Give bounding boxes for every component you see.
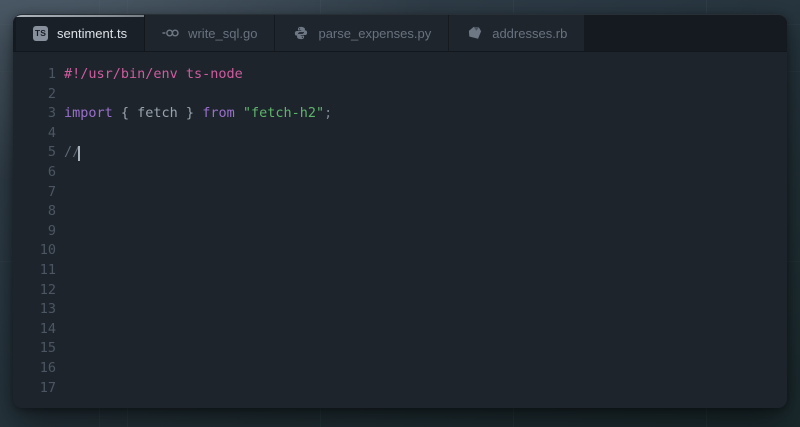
code-token-punct: ; xyxy=(324,104,332,124)
code-line[interactable]: 15 xyxy=(13,339,787,359)
code-editor-area[interactable]: 1#!/usr/bin/env ts-node23import { fetch … xyxy=(13,52,787,408)
code-line[interactable]: 14 xyxy=(13,320,787,340)
line-number: 13 xyxy=(13,300,56,320)
tab-label: sentiment.ts xyxy=(57,26,127,41)
line-number: 10 xyxy=(13,241,56,261)
tab-write-sql-go[interactable]: write_sql.go xyxy=(145,15,275,51)
code-token-keyword: from xyxy=(202,104,235,124)
typescript-icon: TS xyxy=(33,26,48,41)
tab-addresses-rb[interactable]: addresses.rb xyxy=(449,15,585,51)
line-number: 7 xyxy=(13,183,56,203)
ruby-icon xyxy=(466,25,483,41)
line-code: // xyxy=(56,143,80,163)
tab-label: write_sql.go xyxy=(188,26,257,41)
code-line[interactable]: 5// xyxy=(13,143,787,163)
tab-sentiment-ts[interactable]: TS sentiment.ts xyxy=(16,15,145,51)
line-number: 15 xyxy=(13,339,56,359)
editor-window: TS sentiment.ts write_sql.go parse_expen… xyxy=(13,14,787,408)
line-number: 4 xyxy=(13,124,56,144)
line-number: 12 xyxy=(13,281,56,301)
code-lines: 1#!/usr/bin/env ts-node23import { fetch … xyxy=(13,65,787,398)
code-token-string: "fetch-h2" xyxy=(243,104,324,124)
tab-bar: TS sentiment.ts write_sql.go parse_expen… xyxy=(13,15,787,52)
code-line[interactable]: 2 xyxy=(13,85,787,105)
code-line[interactable]: 3import { fetch } from "fetch-h2"; xyxy=(13,104,787,124)
line-number: 5 xyxy=(13,143,56,163)
line-number: 9 xyxy=(13,222,56,242)
line-number: 14 xyxy=(13,320,56,340)
code-line[interactable]: 8 xyxy=(13,202,787,222)
code-line[interactable]: 16 xyxy=(13,359,787,379)
code-line[interactable]: 12 xyxy=(13,281,787,301)
tab-label: addresses.rb xyxy=(492,26,567,41)
line-number: 1 xyxy=(13,65,56,85)
line-number: 8 xyxy=(13,202,56,222)
code-line[interactable]: 10 xyxy=(13,241,787,261)
line-code: import { fetch } from "fetch-h2"; xyxy=(56,104,332,124)
line-code: #!/usr/bin/env ts-node xyxy=(56,65,243,85)
code-line[interactable]: 11 xyxy=(13,261,787,281)
line-number: 17 xyxy=(13,379,56,399)
line-number: 6 xyxy=(13,163,56,183)
text-cursor xyxy=(78,146,80,161)
code-line[interactable]: 1 #!/usr/bin/env ts-node xyxy=(13,65,787,85)
python-icon xyxy=(292,25,309,41)
code-line[interactable]: 7 xyxy=(13,183,787,203)
code-token-keyword: import xyxy=(64,104,113,124)
code-token-shebang: #!/usr/bin/env ts-node xyxy=(64,65,243,85)
line-number: 2 xyxy=(13,85,56,105)
code-line[interactable]: 4 xyxy=(13,124,787,144)
code-token-plain xyxy=(235,104,243,124)
code-line[interactable]: 13 xyxy=(13,300,787,320)
code-token-plain: { fetch } xyxy=(113,104,202,124)
line-number: 3 xyxy=(13,104,56,124)
code-line[interactable]: 6 xyxy=(13,163,787,183)
tab-label: parse_expenses.py xyxy=(318,26,431,41)
go-icon xyxy=(162,25,179,41)
tab-parse-expenses-py[interactable]: parse_expenses.py xyxy=(275,15,449,51)
line-number: 11 xyxy=(13,261,56,281)
code-line[interactable]: 9 xyxy=(13,222,787,242)
code-line[interactable]: 17 xyxy=(13,379,787,399)
line-number: 16 xyxy=(13,359,56,379)
